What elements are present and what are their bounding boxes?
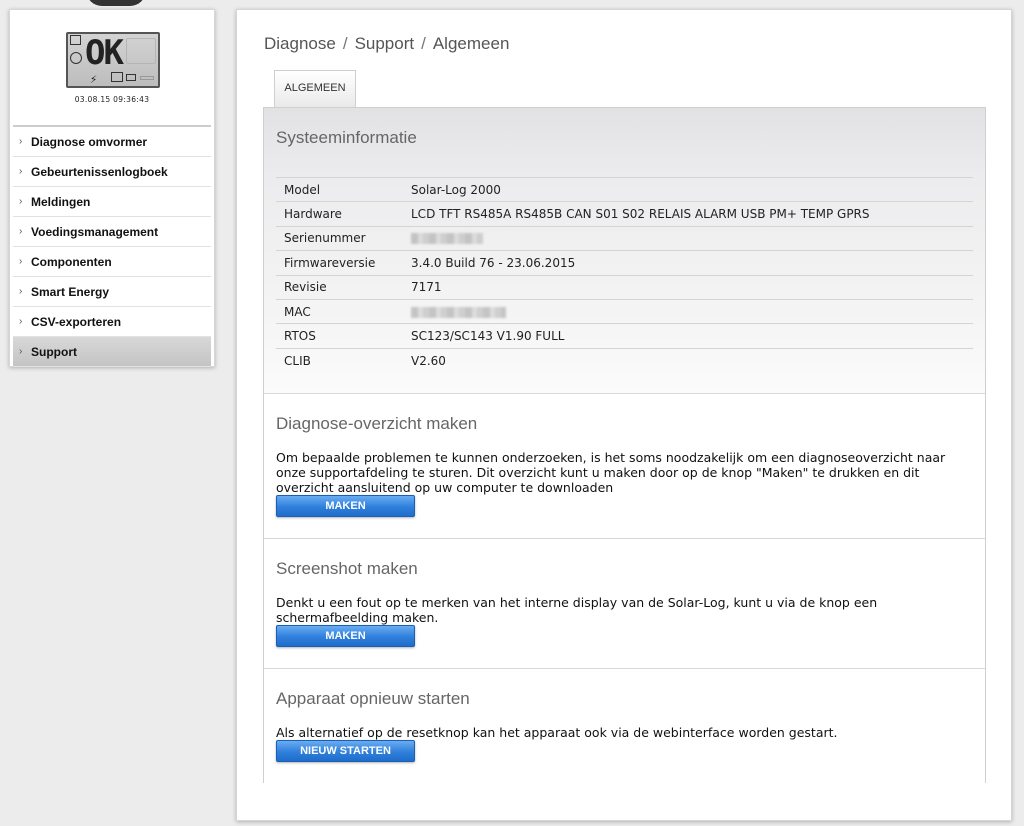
row-label: Model xyxy=(276,176,403,202)
sidebar-nav: › Diagnose omvormer › Gebeurtenissenlogb… xyxy=(13,125,211,367)
chevron-right-icon: › xyxy=(19,166,23,177)
tab-panel: Systeeminformatie Model Solar-Log 2000 H… xyxy=(263,107,986,784)
memory-icon xyxy=(111,72,123,82)
usb-icon xyxy=(126,74,136,81)
table-row: Hardware LCD TFT RS485A RS485B CAN S01 S… xyxy=(276,201,973,227)
sidebar-item-csv-exporteren[interactable]: › CSV-exporteren xyxy=(13,307,211,337)
sidebar-item-meldingen[interactable]: › Meldingen xyxy=(13,187,211,217)
chevron-right-icon: › xyxy=(19,136,23,147)
system-info-table: Model Solar-Log 2000 Hardware LCD TFT RS… xyxy=(276,176,973,373)
main-content: Diagnose / Support / Algemeen ALGEMEEN Syste… xyxy=(236,9,1012,821)
redacted-serial xyxy=(411,233,483,245)
row-value: LCD TFT RS485A RS485B CAN S01 S02 RELAIS… xyxy=(403,201,973,227)
row-value: V2.60 xyxy=(403,347,973,373)
section-title: Screenshot maken xyxy=(276,559,418,578)
sidebar-item-label: Voedingsmanagement xyxy=(31,224,159,239)
table-row: Model Solar-Log 2000 xyxy=(276,176,973,202)
row-value: 7171 xyxy=(403,274,973,300)
section-title: Apparaat opnieuw starten xyxy=(276,689,470,708)
create-screenshot-button[interactable]: MAKEN xyxy=(276,625,415,647)
row-label: Serienummer xyxy=(276,225,403,251)
row-value: Solar-Log 2000 xyxy=(403,176,973,202)
lcd-status-text: OK xyxy=(85,33,124,73)
chevron-right-icon: › xyxy=(19,256,23,267)
sidebar-item-gebeurtenissenlogboek[interactable]: › Gebeurtenissenlogboek xyxy=(13,157,211,187)
sidebar-item-voedingsmanagement[interactable]: › Voedingsmanagement xyxy=(13,217,211,247)
sidebar: OK ⚡ 03.08.15 09:36:43 › Diagnose omvorm… xyxy=(9,9,215,367)
diagnose-section: Diagnose-overzicht maken Om bepaalde pro… xyxy=(264,394,985,539)
chevron-right-icon: › xyxy=(19,196,23,207)
chevron-right-icon: › xyxy=(19,316,23,327)
tab-algemeen[interactable]: ALGEMEEN xyxy=(274,70,356,108)
table-row: Firmwareversie 3.4.0 Build 76 - 23.06.20… xyxy=(276,250,973,276)
logo-swoosh xyxy=(86,0,146,6)
restart-section: Apparaat opnieuw starten Als alternatief… xyxy=(264,669,985,784)
section-title: Diagnose-overzicht maken xyxy=(276,414,478,433)
sidebar-item-support[interactable]: › Support xyxy=(13,337,211,367)
lcd-ghost-digit xyxy=(126,38,156,64)
restart-button[interactable]: NIEUW STARTEN xyxy=(276,740,415,762)
sidebar-item-componenten[interactable]: › Componenten xyxy=(13,247,211,277)
breadcrumb-item[interactable]: Support xyxy=(355,34,415,53)
antenna-icon: ⚡ xyxy=(90,72,98,86)
device-display-panel: OK ⚡ 03.08.15 09:36:43 xyxy=(10,10,214,125)
section-description: Als alternatief op de resetknop kan het … xyxy=(276,725,838,740)
row-label: Hardware xyxy=(276,201,403,227)
chevron-right-icon: › xyxy=(19,286,23,297)
row-label: Firmwareversie xyxy=(276,250,403,276)
row-label: CLIB xyxy=(276,347,403,373)
table-row: Revisie 7171 xyxy=(276,274,973,300)
breadcrumb-item: Algemeen xyxy=(432,34,510,53)
battery-icon xyxy=(140,76,154,80)
section-title: Systeeminformatie xyxy=(276,128,417,147)
table-row: CLIB V2.60 xyxy=(276,347,973,373)
sidebar-item-diagnose-omvormer[interactable]: › Diagnose omvormer xyxy=(13,127,211,157)
table-row: RTOS SC123/SC143 V1.90 FULL xyxy=(276,323,973,349)
sidebar-item-label: Componenten xyxy=(31,254,112,269)
breadcrumb-item[interactable]: Diagnose xyxy=(264,34,336,53)
redacted-mac xyxy=(411,306,506,318)
section-description: Denkt u een fout op te merken van het in… xyxy=(276,595,878,625)
table-row: Serienummer xyxy=(276,225,973,251)
row-label: RTOS xyxy=(276,323,403,349)
system-info-section: Systeeminformatie Model Solar-Log 2000 H… xyxy=(264,108,985,394)
device-lcd-image: OK ⚡ xyxy=(66,32,160,88)
sidebar-item-label: Support xyxy=(31,344,77,359)
create-diagnosis-button[interactable]: MAKEN xyxy=(276,495,415,517)
sidebar-item-label: CSV-exporteren xyxy=(31,314,122,329)
row-value: SC123/SC143 V1.90 FULL xyxy=(403,323,973,349)
breadcrumb-separator: / xyxy=(421,34,426,53)
sidebar-item-label: Gebeurtenissenlogboek xyxy=(31,164,168,179)
row-value xyxy=(403,225,973,251)
row-value: 3.4.0 Build 76 - 23.06.2015 xyxy=(403,250,973,276)
row-value xyxy=(403,298,973,324)
chevron-right-icon: › xyxy=(19,226,23,237)
globe-icon xyxy=(70,52,82,64)
sidebar-item-label: Smart Energy xyxy=(31,284,110,299)
breadcrumb: Diagnose / Support / Algemeen xyxy=(264,34,509,54)
section-description: Om bepaalde problemen te kunnen onderzoe… xyxy=(276,450,946,495)
chart-icon xyxy=(70,35,81,45)
row-label: MAC xyxy=(276,298,403,324)
sidebar-item-label: Diagnose omvormer xyxy=(31,134,148,149)
chevron-right-icon: › xyxy=(19,346,23,357)
sidebar-item-smart-energy[interactable]: › Smart Energy xyxy=(13,277,211,307)
device-datetime: 03.08.15 09:36:43 xyxy=(74,95,150,104)
table-row: MAC xyxy=(276,298,973,324)
breadcrumb-separator: / xyxy=(342,34,348,53)
sidebar-item-label: Meldingen xyxy=(31,194,91,209)
screenshot-section: Screenshot maken Denkt u een fout op te … xyxy=(264,539,985,669)
row-label: Revisie xyxy=(276,274,403,300)
